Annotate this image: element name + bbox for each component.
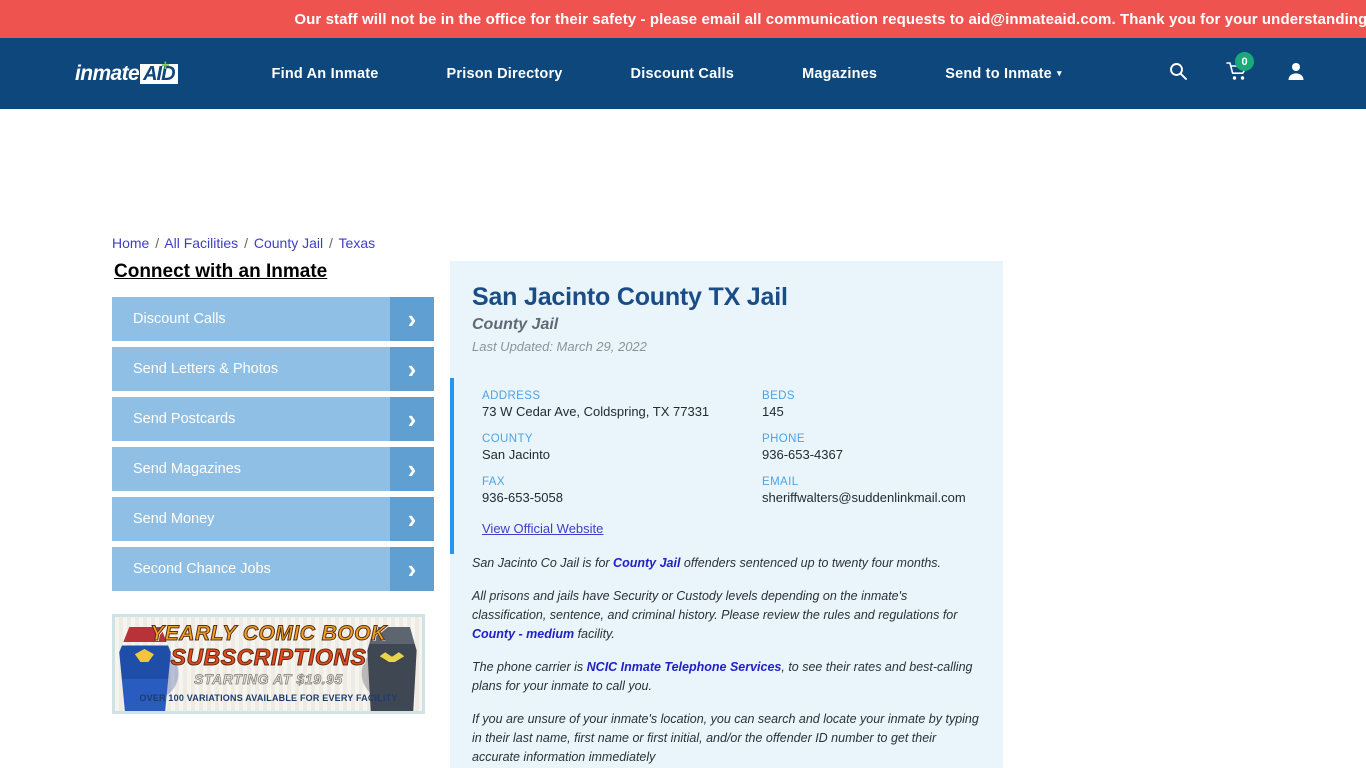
chevron-right-icon: › [390, 547, 434, 591]
description-paragraph-4: If you are unsure of your inmate's locat… [472, 712, 979, 764]
chevron-right-icon: › [390, 497, 434, 541]
comic-book-ad-banner[interactable]: YEARLY COMIC BOOK SUBSCRIPTIONS STARTING… [112, 614, 425, 714]
facility-beds-label: BEDS [762, 390, 795, 402]
view-official-website-link[interactable]: View Official Website [482, 521, 603, 536]
breadcrumb: Home / All Facilities / County Jail / Te… [112, 235, 375, 251]
chevron-right-icon: › [390, 397, 434, 441]
breadcrumb-item-home[interactable]: Home [112, 235, 149, 251]
sidebar-item-label: Second Chance Jobs [133, 561, 271, 577]
nav-item-send-to-inmate-label: Send to Inmate [945, 65, 1052, 82]
facility-address-value: 73 W Cedar Ave, Coldspring, TX 77331 [482, 404, 710, 419]
main-navigation: Find An Inmate Prison Directory Discount… [238, 66, 1168, 82]
chevron-right-icon: › [390, 297, 434, 341]
sidebar-item-label: Discount Calls [133, 311, 226, 327]
description-text: All prisons and jails have Security or C… [472, 589, 958, 622]
facility-email-label: EMAIL [762, 476, 799, 488]
alert-banner-text: Our staff will not be in the office for … [294, 10, 1366, 28]
facility-fax-value: 936-653-5058 [482, 490, 563, 505]
county-medium-link[interactable]: County - medium [472, 627, 574, 641]
facility-last-updated: Last Updated: March 29, 2022 [472, 339, 647, 354]
description-paragraph-2: All prisons and jails have Security or C… [472, 587, 981, 644]
facility-info-panel: San Jacinto County TX Jail County Jail L… [450, 261, 1003, 768]
chevron-right-icon: › [390, 447, 434, 491]
ad-subtext: OVER 100 VARIATIONS AVAILABLE FOR EVERY … [139, 693, 398, 703]
ad-headline-line1: YEARLY COMIC BOOK [150, 622, 387, 646]
facility-title: San Jacinto County TX Jail [472, 283, 788, 311]
nav-item-discount-calls[interactable]: Discount Calls [597, 66, 769, 82]
facility-phone-field: PHONE 936-653-4367 [762, 433, 1003, 462]
description-paragraph-1: San Jacinto Co Jail is for County Jail o… [472, 554, 981, 573]
sidebar-item-send-postcards[interactable]: Send Postcards › [112, 397, 434, 441]
sidebar-item-send-letters-photos[interactable]: Send Letters & Photos › [112, 347, 434, 391]
breadcrumb-item-county-jail[interactable]: County Jail [254, 235, 323, 251]
description-paragraph-3: The phone carrier is NCIC Inmate Telepho… [472, 658, 981, 696]
description-text: The phone carrier is [472, 660, 587, 674]
sidebar-item-second-chance-jobs[interactable]: Second Chance Jobs › [112, 547, 434, 591]
facility-contact-block: ADDRESS 73 W Cedar Ave, Coldspring, TX 7… [450, 378, 1003, 554]
facility-beds-value: 145 [762, 404, 784, 419]
facility-county-field: COUNTY San Jacinto [482, 433, 762, 462]
alert-banner: Our staff will not be in the office for … [0, 0, 1366, 38]
facility-address-field: ADDRESS 73 W Cedar Ave, Coldspring, TX 7… [482, 390, 762, 419]
description-text: facility. [574, 627, 615, 641]
sidebar-item-discount-calls[interactable]: Discount Calls › [112, 297, 434, 341]
chevron-right-icon: › [390, 347, 434, 391]
chevron-down-icon: ▾ [1056, 68, 1062, 79]
facility-beds-field: BEDS 145 [762, 390, 1003, 419]
facility-description: San Jacinto Co Jail is for County Jail o… [450, 554, 1003, 767]
sidebar-item-send-magazines[interactable]: Send Magazines › [112, 447, 434, 491]
user-icon[interactable] [1286, 61, 1306, 86]
header-icon-group: 0 [1168, 52, 1306, 86]
search-icon[interactable] [1168, 61, 1188, 86]
sidebar-item-label: Send Money [133, 511, 215, 527]
logo-text-aid: AID [140, 63, 178, 84]
sidebar-title[interactable]: Connect with an Inmate [114, 261, 434, 283]
ad-headline-line2: SUBSCRIPTIONS [170, 644, 367, 671]
description-text: San Jacinto Co Jail is for [472, 556, 614, 570]
facility-email-value: sheriffwalters@suddenlinkmail.com [762, 490, 966, 505]
breadcrumb-item-all-facilities[interactable]: All Facilities [164, 235, 238, 251]
nav-item-find-an-inmate[interactable]: Find An Inmate [238, 66, 413, 82]
description-text: offenders sentenced up to twenty four mo… [680, 556, 941, 570]
facility-type: County Jail [472, 316, 559, 333]
cart-icon[interactable]: 0 [1226, 52, 1254, 86]
site-logo[interactable]: inmate AID + [75, 58, 178, 86]
sidebar: Connect with an Inmate Discount Calls › … [112, 261, 434, 597]
nav-item-send-to-inmate[interactable]: Send to Inmate ▾ [911, 66, 1095, 82]
sidebar-item-label: Send Magazines [133, 461, 242, 477]
facility-county-label: COUNTY [482, 433, 533, 445]
facility-fax-field: FAX 936-653-5058 [482, 476, 762, 505]
cart-count-badge: 0 [1235, 52, 1254, 71]
breadcrumb-separator: / [329, 235, 333, 251]
facility-contact-grid: ADDRESS 73 W Cedar Ave, Coldspring, TX 7… [482, 390, 1003, 505]
breadcrumb-separator: / [155, 235, 160, 251]
phone-carrier-link[interactable]: NCIC Inmate Telephone Services [587, 660, 782, 674]
county-jail-link[interactable]: County Jail [613, 556, 680, 570]
logo-plus-icon: + [161, 56, 170, 74]
sidebar-item-label: Send Postcards [133, 411, 236, 427]
breadcrumb-separator: / [244, 235, 248, 251]
facility-fax-label: FAX [482, 476, 505, 488]
nav-item-prison-directory[interactable]: Prison Directory [413, 66, 597, 82]
ad-artwork: YEARLY COMIC BOOK SUBSCRIPTIONS STARTING… [115, 617, 422, 711]
sidebar-item-send-money[interactable]: Send Money › [112, 497, 434, 541]
facility-phone-label: PHONE [762, 433, 805, 445]
nav-item-magazines[interactable]: Magazines [768, 66, 911, 82]
logo-text-inmate: inmate [75, 61, 140, 85]
facility-phone-value: 936-653-4367 [762, 447, 843, 462]
breadcrumb-item-texas[interactable]: Texas [339, 235, 376, 251]
facility-address-label: ADDRESS [482, 390, 541, 402]
facility-email-field: EMAIL sheriffwalters@suddenlinkmail.com [762, 476, 1003, 505]
facility-county-value: San Jacinto [482, 447, 550, 462]
sidebar-item-label: Send Letters & Photos [133, 361, 279, 377]
ad-price-text: STARTING AT $19.95 [194, 671, 343, 688]
site-header: inmate AID + Find An Inmate Prison Direc… [0, 38, 1366, 109]
